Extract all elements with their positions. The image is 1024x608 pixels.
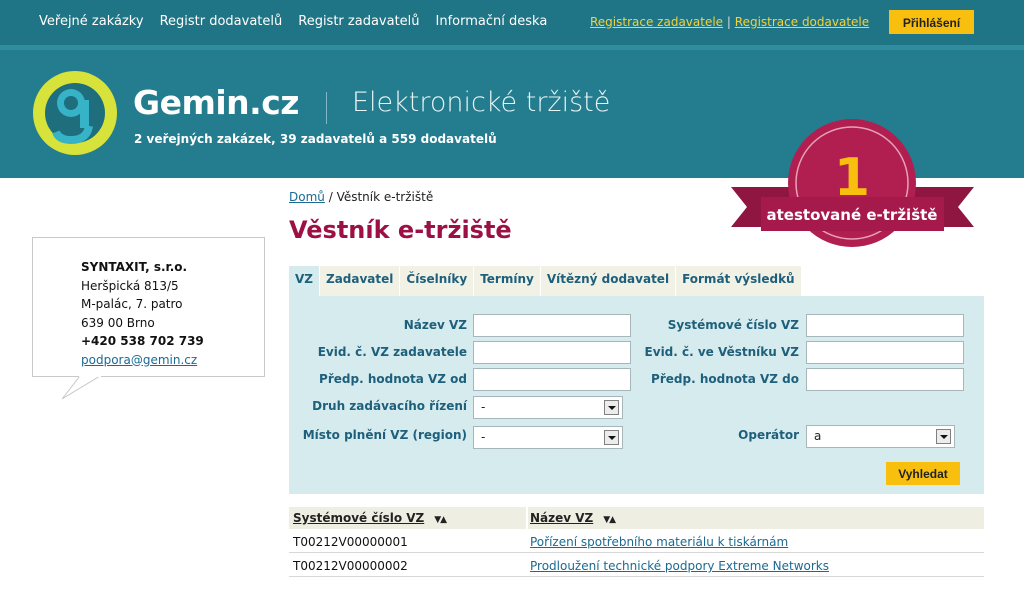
chevron-down-icon[interactable]	[936, 429, 951, 444]
label-druh-rizeni: Druh zadávacího řízení	[312, 399, 467, 413]
top-bar: Veřejné zakázky Registr dodavatelů Regis…	[0, 0, 1024, 45]
page-title: Věstník e-tržiště	[289, 216, 512, 244]
sort-systemove-cislo-link[interactable]: Systémové číslo VZ	[293, 511, 424, 525]
registrace-dodavatele-link[interactable]: Registrace dodavatele	[735, 15, 869, 29]
atestace-badge: 1 atestované e-tržiště	[731, 119, 974, 247]
col-nazev-vz: Název VZ ▼▲	[530, 511, 616, 525]
table-row: T00212V00000002 Prodloužení technické po…	[289, 554, 984, 577]
breadcrumb-current: Věstník e-tržiště	[336, 190, 434, 204]
operator-value: a	[814, 429, 822, 443]
registrace-zadavatele-link[interactable]: Registrace zadavatele	[590, 15, 723, 29]
row-name-link[interactable]: Prodloužení technické podpory Extreme Ne…	[530, 559, 829, 573]
evid-zadavatele-input[interactable]	[473, 341, 631, 364]
search-button[interactable]: Vyhledat	[886, 462, 960, 485]
nav-registr-zadavatelu[interactable]: Registr zadavatelů	[298, 14, 419, 29]
nav-informacni-deska[interactable]: Informační deska	[436, 14, 548, 29]
sort-arrows-icon[interactable]: ▼▲	[603, 515, 616, 525]
row-name-link[interactable]: Pořízení spotřebního materiálu k tiskárn…	[530, 535, 788, 549]
tab-terminy[interactable]: Termíny	[474, 266, 541, 296]
link-separator: |	[726, 15, 731, 29]
contact-phone: +420 538 702 739	[81, 334, 204, 348]
tab-vz[interactable]: VZ	[289, 266, 320, 296]
systemove-cislo-input[interactable]	[806, 314, 964, 337]
tab-zadavatel[interactable]: Zadavatel	[320, 266, 401, 296]
brand-separator	[326, 92, 327, 124]
contact-building: M-palác, 7. patro	[81, 297, 183, 311]
gemin-logo-icon[interactable]	[32, 70, 118, 156]
misto-plneni-value: -	[481, 430, 486, 444]
brand-name: Gemin.cz	[133, 83, 299, 122]
search-tabs: VZ Zadavatel Číselníky Termíny Vítězný d…	[289, 266, 802, 296]
contact-card: SYNTAXIT, s.r.o. Heršpická 813/5 M-palác…	[32, 237, 265, 377]
login-button[interactable]: Přihlášení	[889, 10, 974, 34]
druh-rizeni-select[interactable]: -	[473, 396, 623, 419]
druh-rizeni-value: -	[481, 400, 486, 414]
evid-vestnik-input[interactable]	[806, 341, 964, 364]
nav-verejne-zakazky[interactable]: Veřejné zakázky	[39, 14, 144, 29]
label-systemove-cislo: Systémové číslo VZ	[667, 318, 799, 332]
sort-arrows-icon[interactable]: ▼▲	[434, 515, 447, 525]
header-stripe	[0, 45, 1024, 50]
nav-registr-dodavatelu[interactable]: Registr dodavatelů	[160, 14, 283, 29]
label-evid-zadavatele: Evid. č. VZ zadavatele	[317, 345, 467, 359]
hodnota-od-input[interactable]	[473, 368, 631, 391]
main-nav: Veřejné zakázky Registr dodavatelů Regis…	[39, 14, 547, 29]
tab-format-vysledku[interactable]: Formát výsledků	[676, 266, 802, 296]
row-id: T00212V00000001	[293, 535, 408, 549]
breadcrumb-separator: /	[324, 190, 337, 204]
label-hodnota-od: Předp. hodnota VZ od	[319, 372, 467, 386]
label-operator: Operátor	[738, 428, 799, 442]
column-divider	[526, 507, 528, 529]
nazev-vz-input[interactable]	[473, 314, 631, 337]
tab-ciselniky[interactable]: Číselníky	[400, 266, 475, 296]
site-stats: 2 veřejných zakázek, 39 zadavatelů a 559…	[134, 132, 497, 146]
label-misto-plneni: Místo plnění VZ (region)	[302, 428, 467, 442]
contact-city: 639 00 Brno	[81, 315, 155, 330]
sort-nazev-vz-link[interactable]: Název VZ	[530, 511, 593, 525]
results-header: Systémové číslo VZ ▼▲ Název VZ ▼▲	[289, 507, 984, 529]
contact-company: SYNTAXIT, s.r.o.	[81, 260, 188, 274]
label-hodnota-do: Předp. hodnota VZ do	[651, 372, 799, 386]
operator-select[interactable]: a	[806, 425, 955, 448]
registration-links: Registrace zadavatele | Registrace dodav…	[590, 15, 869, 29]
contact-email-link[interactable]: podpora@gemin.cz	[81, 353, 197, 367]
badge-text: atestované e-tržiště	[767, 206, 938, 224]
breadcrumb: Domů / Věstník e-tržiště	[289, 190, 433, 204]
chevron-down-icon[interactable]	[604, 430, 619, 445]
col-systemove-cislo: Systémové číslo VZ ▼▲	[293, 511, 447, 525]
site-header: Gemin.cz Elektronické tržiště 2 veřejnýc…	[0, 45, 1024, 247]
row-id: T00212V00000002	[293, 559, 408, 573]
contact-street: Heršpická 813/5	[81, 278, 179, 293]
misto-plneni-select[interactable]: -	[473, 426, 623, 449]
card-speech-tail	[62, 376, 101, 400]
chevron-down-icon[interactable]	[604, 400, 619, 415]
table-row: T00212V00000001 Pořízení spotřebního mat…	[289, 530, 984, 553]
hodnota-do-input[interactable]	[806, 368, 964, 391]
breadcrumb-home[interactable]: Domů	[289, 190, 325, 204]
badge-number: 1	[834, 148, 870, 208]
label-nazev-vz: Název VZ	[403, 318, 467, 332]
tab-vitezny-dodavatel[interactable]: Vítězný dodavatel	[540, 266, 677, 296]
tagline: Elektronické tržiště	[352, 87, 611, 118]
label-evid-vestnik: Evid. č. ve Věstníku VZ	[644, 345, 799, 359]
